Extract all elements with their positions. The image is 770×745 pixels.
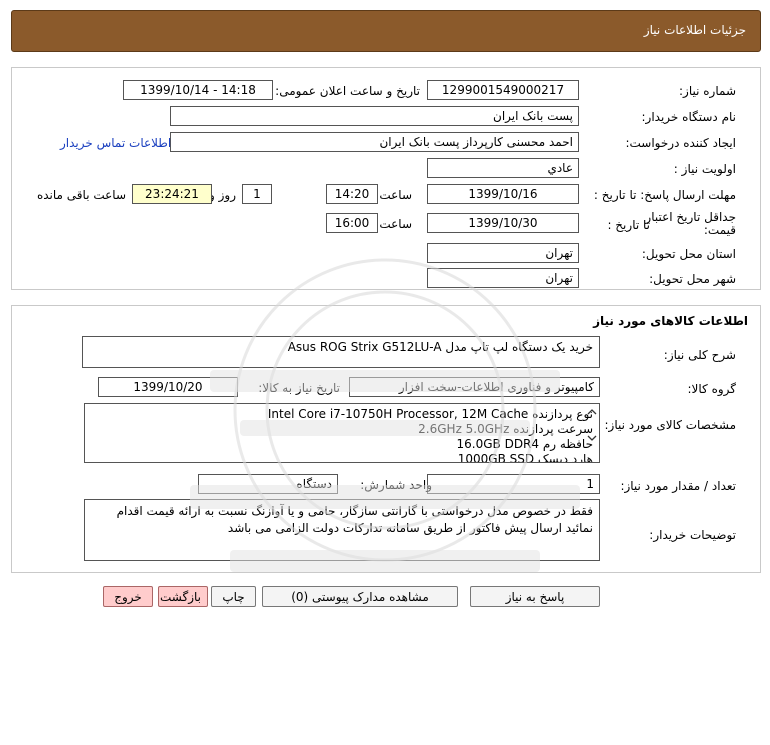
- specs-field: نوع پردازنده Intel Core i7-10750H Proces…: [84, 403, 600, 463]
- unit-field: دستگاه: [198, 474, 338, 494]
- deadline-label: مهلت ارسال پاسخ: تا تاریخ :: [593, 188, 736, 202]
- page-title: جزئیات اطلاعات نیاز: [643, 23, 746, 37]
- quantity-label: تعداد / مقدار مورد نیاز:: [620, 479, 736, 493]
- days-label: روز و: [209, 188, 236, 202]
- exit-button[interactable]: خروج: [103, 586, 153, 607]
- specs-scrollbar[interactable]: [586, 405, 598, 461]
- deadline-date-field: 1399/10/16: [427, 184, 579, 204]
- deadline-time-label: ساعت: [379, 188, 412, 202]
- buyer-notes-label: توضیحات خریدار:: [649, 528, 736, 542]
- validity-to-label: تا تاریخ :: [607, 218, 650, 232]
- back-button[interactable]: بازگشت: [158, 586, 208, 607]
- goods-group-field: کامپیوتر و فناوری اطلاعات-سخت افزار: [349, 377, 600, 397]
- priority-label: اولویت نیاز :: [673, 162, 736, 176]
- need-info-panel: شماره نیاز: 1299001549000217 تاریخ و ساع…: [11, 67, 761, 290]
- spec-line: حافظه رم 16.0GB DDR4: [456, 437, 593, 451]
- remaining-label: ساعت باقی مانده: [36, 188, 126, 202]
- goods-section-title: اطلاعات کالاهای مورد نیاز: [593, 314, 748, 328]
- need-number-label: شماره نیاز:: [679, 84, 736, 98]
- specs-label: مشخصات کالای مورد نیاز:: [604, 418, 736, 432]
- city-label: شهر محل تحویل:: [649, 272, 736, 286]
- goods-panel: اطلاعات کالاهای مورد نیاز شرح کلی نیاز: …: [11, 305, 761, 573]
- need-date-label: تاریخ نیاز به کالا:: [258, 381, 340, 395]
- remaining-time-field: 23:24:21: [132, 184, 212, 204]
- spec-line: هارد دیسک 1000GB SSD: [457, 452, 593, 463]
- general-desc-field: خرید یک دستگاه لپ تاپ مدل Asus ROG Strix…: [82, 336, 600, 368]
- buyer-label: نام دستگاه خریدار:: [641, 110, 737, 124]
- general-desc-label: شرح کلی نیاز:: [663, 348, 736, 362]
- validity-time-label: ساعت: [379, 217, 412, 231]
- unit-label: واحد شمارش:: [360, 478, 432, 492]
- requester-field: احمد محسنی کارپرداز پست بانک ایران: [170, 132, 579, 152]
- buyer-contact-link[interactable]: اطلاعات تماس خریدار: [60, 136, 171, 150]
- validity-time-field: 16:00: [326, 213, 378, 233]
- announce-date-label: تاریخ و ساعت اعلان عمومی:: [275, 84, 420, 98]
- province-field: تهران: [427, 243, 579, 263]
- deadline-time-field: 14:20: [326, 184, 378, 204]
- buyer-notes-field: فقط در خصوص مدل درخواستی با گارانتی سازگ…: [84, 499, 600, 561]
- validity-label-2: قیمت:: [703, 223, 736, 237]
- attachments-button[interactable]: مشاهده مدارک پیوستی (0): [262, 586, 458, 607]
- page-header: جزئیات اطلاعات نیاز: [11, 10, 761, 52]
- print-button[interactable]: چاپ: [211, 586, 256, 607]
- buyer-field: پست بانک ایران: [170, 106, 579, 126]
- validity-date-field: 1399/10/30: [427, 213, 579, 233]
- reply-button[interactable]: پاسخ به نیاز: [470, 586, 600, 607]
- remaining-days-field: 1: [242, 184, 272, 204]
- validity-label-1: جداقل تاریخ اعتبار: [645, 210, 736, 224]
- need-number-field: 1299001549000217: [427, 80, 579, 100]
- priority-field: عادي: [427, 158, 579, 178]
- province-label: استان محل تحویل:: [641, 247, 736, 261]
- need-date-field: 1399/10/20: [98, 377, 238, 397]
- scroll-arrows-icon: [587, 409, 597, 441]
- spec-line: سرعت پردازنده 2.6GHz 5.0GHz: [418, 422, 593, 436]
- announce-date-field: 1399/10/14 - 14:18: [123, 80, 273, 100]
- city-field: تهران: [427, 268, 579, 288]
- quantity-field: 1: [427, 474, 600, 494]
- requester-label: ایجاد کننده درخواست:: [625, 136, 736, 150]
- spec-line: نوع پردازنده Intel Core i7-10750H Proces…: [267, 407, 593, 421]
- goods-group-label: گروه کالا:: [687, 382, 737, 396]
